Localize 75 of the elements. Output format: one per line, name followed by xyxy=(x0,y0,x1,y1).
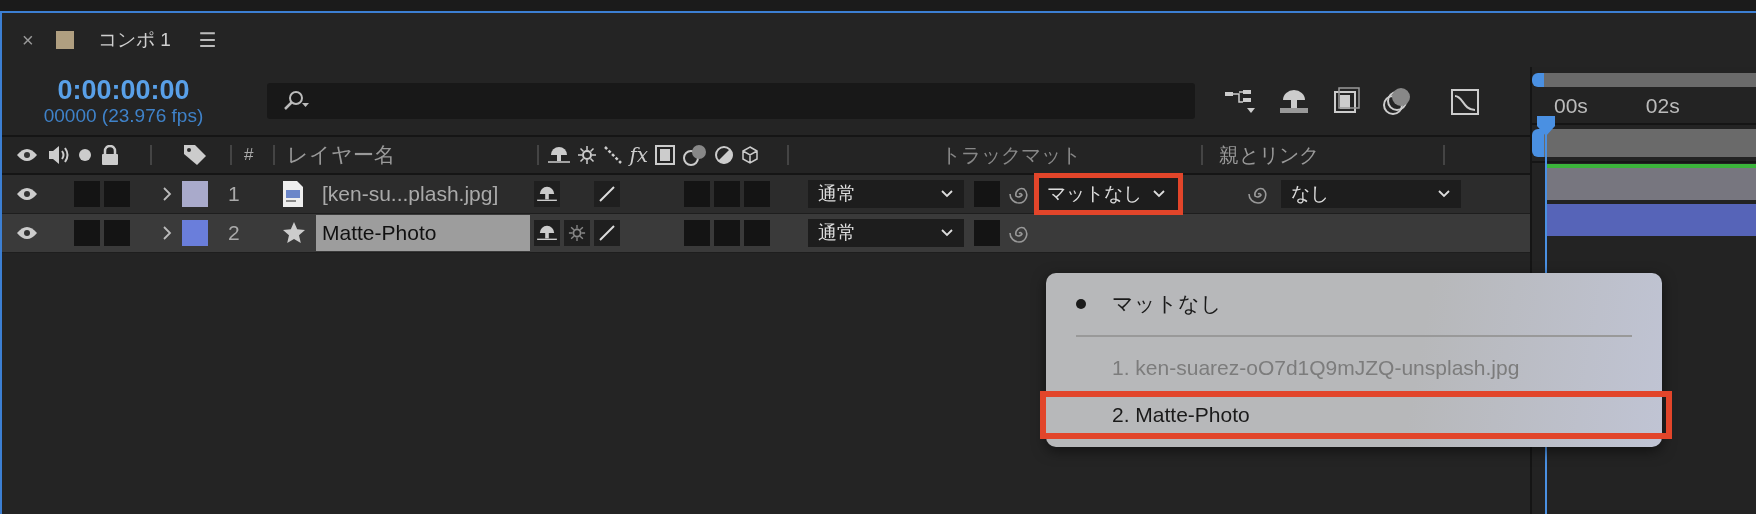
frame-count: 00000 (23.976 fps) xyxy=(43,105,204,127)
preserve-transparency-switch[interactable] xyxy=(974,181,1000,207)
cube-icon xyxy=(740,145,761,165)
layer-row[interactable]: 2 Matte-Photo 通常 xyxy=(2,214,1530,253)
frame-blend-switch[interactable] xyxy=(714,181,740,207)
label-color[interactable] xyxy=(182,220,208,246)
film-icon xyxy=(654,144,677,166)
track-matte-column-header: トラックマット xyxy=(940,142,1083,168)
tag-icon xyxy=(182,143,208,167)
composition-color-swatch xyxy=(56,31,74,49)
quality-switch[interactable] xyxy=(594,181,620,207)
lock-switch[interactable] xyxy=(104,220,130,246)
motion-blur-switch[interactable] xyxy=(744,181,770,207)
menu-item[interactable]: マットなし xyxy=(1046,285,1662,323)
film-icon[interactable] xyxy=(1331,86,1361,116)
eye-icon[interactable] xyxy=(16,187,38,201)
expand-chevron-icon[interactable] xyxy=(162,186,172,202)
layer-duration-bar[interactable] xyxy=(1546,164,1756,200)
eye-icon xyxy=(16,148,38,162)
close-button[interactable]: × xyxy=(22,28,56,52)
panel-menu-button[interactable]: ☰ xyxy=(198,28,217,52)
sun-icon xyxy=(577,145,598,165)
quality-icon xyxy=(603,145,624,165)
effects-switch-header: fx xyxy=(629,143,649,167)
collapse-switch[interactable] xyxy=(564,220,590,246)
star-icon xyxy=(282,221,306,245)
effect-switch[interactable] xyxy=(684,181,710,207)
layer-name[interactable]: [ken-su...plash.jpg] xyxy=(316,176,530,212)
expand-chevron-icon[interactable] xyxy=(162,225,172,241)
solo-switch[interactable] xyxy=(74,181,100,207)
adjustment-icon xyxy=(714,145,735,165)
layer-name[interactable]: Matte-Photo xyxy=(316,215,530,251)
caret-icon xyxy=(940,228,954,238)
search-field[interactable] xyxy=(267,83,1195,119)
eye-icon[interactable] xyxy=(16,226,38,240)
shy-switch[interactable] xyxy=(534,181,560,207)
quality-switch[interactable] xyxy=(594,220,620,246)
graph-editor-icon[interactable] xyxy=(1449,86,1481,116)
parent-link-column-header: 親とリンク xyxy=(1218,142,1321,168)
ruler-label: 02s xyxy=(1645,94,1680,118)
blend-mode-dropdown[interactable]: 通常 xyxy=(808,219,964,247)
solo-switch[interactable] xyxy=(74,220,100,246)
label-color[interactable] xyxy=(182,181,208,207)
layer-name-column-header[interactable]: レイヤー名 xyxy=(287,141,538,169)
track-matte-dropdown[interactable]: マットなし xyxy=(1034,173,1183,215)
composition-tab[interactable]: コンポ 1 xyxy=(98,27,171,53)
parent-dropdown[interactable]: なし xyxy=(1281,180,1461,208)
caret-icon xyxy=(1152,189,1166,199)
circles-icon xyxy=(682,143,709,167)
blend-mode-dropdown[interactable]: 通常 xyxy=(808,180,964,208)
caret-icon xyxy=(940,189,954,199)
layer-number: 1 xyxy=(228,182,241,206)
shy-icon xyxy=(547,145,572,165)
ruler-label: 00s xyxy=(1554,94,1588,118)
number-column-header: # xyxy=(244,145,254,165)
playhead[interactable] xyxy=(1536,115,1556,514)
motion-blur-switch[interactable] xyxy=(744,220,770,246)
lock-switch[interactable] xyxy=(104,181,130,207)
work-area-bar[interactable] xyxy=(1532,129,1756,157)
lock-icon xyxy=(101,145,119,165)
effect-switch[interactable] xyxy=(684,220,710,246)
menu-item[interactable]: 2. Matte-Photo xyxy=(1040,391,1672,439)
preserve-transparency-switch[interactable] xyxy=(974,220,1000,246)
frame-blend-switch[interactable] xyxy=(714,220,740,246)
image-file-icon xyxy=(282,180,304,208)
layer-row[interactable]: 1 [ken-su...plash.jpg] 通常 マットなし なし xyxy=(2,175,1530,214)
solo-dot-icon xyxy=(78,148,92,162)
speaker-icon xyxy=(47,145,69,165)
shy-switch[interactable] xyxy=(534,220,560,246)
time-navigator-bar[interactable] xyxy=(1532,73,1756,87)
layer-number: 2 xyxy=(228,221,241,245)
caret-icon xyxy=(1437,189,1451,199)
layer-duration-bar[interactable] xyxy=(1546,204,1756,236)
circles-icon[interactable] xyxy=(1381,86,1413,116)
current-time[interactable]: 0:00:00:00 xyxy=(57,75,190,105)
